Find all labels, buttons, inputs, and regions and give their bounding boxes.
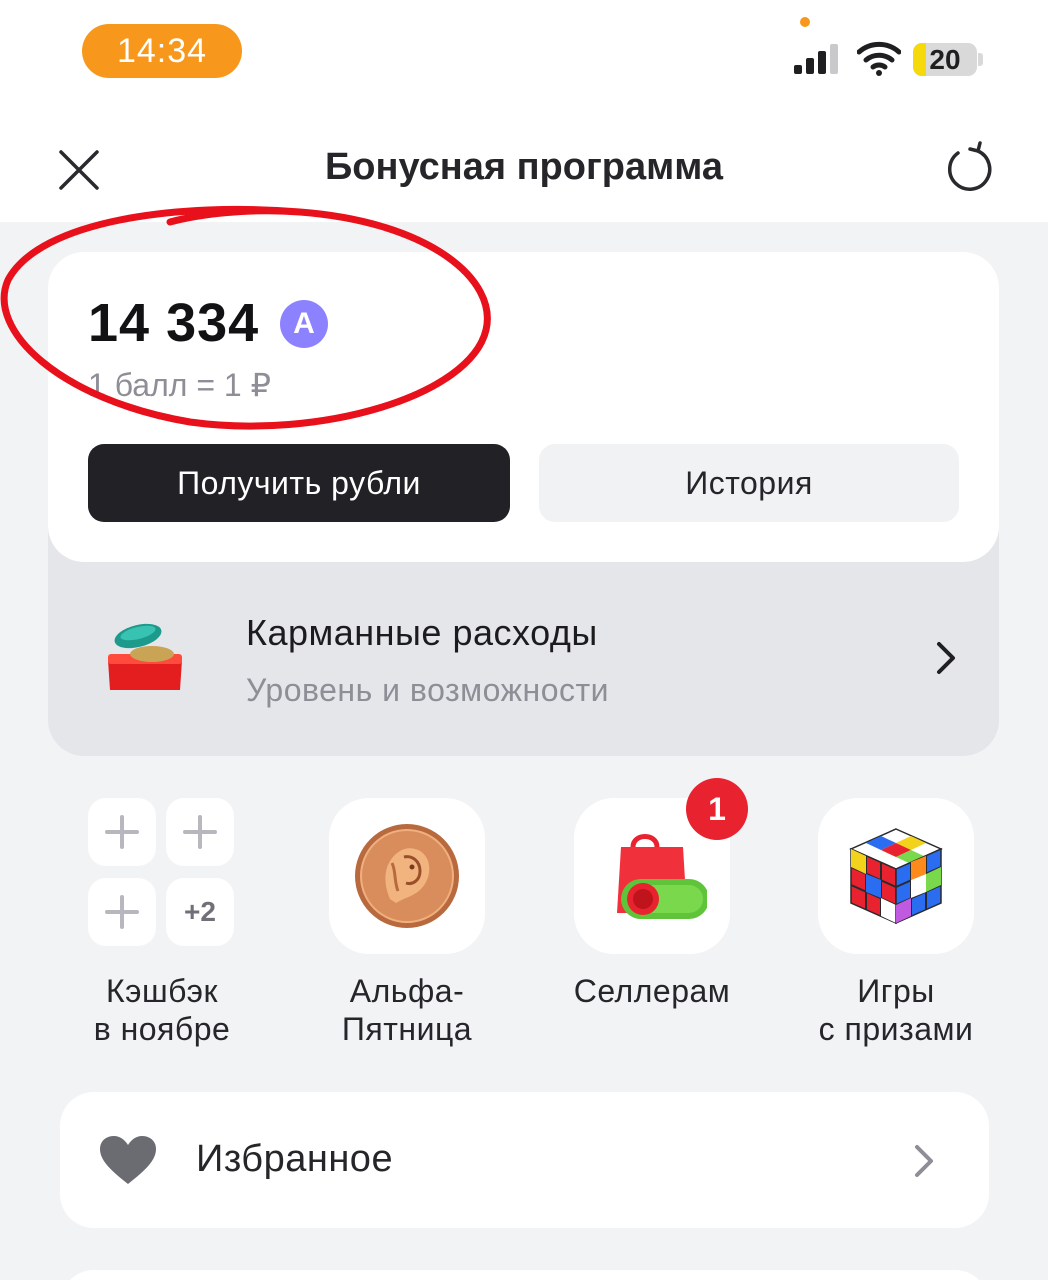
cashback-tile[interactable]: +2	[88, 798, 244, 954]
history-button[interactable]: История	[539, 444, 959, 522]
lion-coin-icon	[355, 824, 459, 928]
wifi-icon	[857, 41, 901, 76]
privacy-indicator-dot	[800, 17, 810, 27]
tile-label-line: с призами	[818, 1011, 974, 1047]
alfa-friday-tile[interactable]	[329, 798, 485, 954]
cashback-more-count: +2	[184, 896, 216, 927]
get-rubles-button[interactable]: Получить рубли	[88, 444, 510, 522]
tile-label-line: в ноябре	[93, 1011, 231, 1047]
plus-icon	[105, 895, 139, 929]
plus-icon	[105, 815, 139, 849]
tile-label-line: Альфа-	[349, 973, 465, 1009]
games-tile-label: Игры с призами	[796, 972, 996, 1048]
cellular-signal-icon	[794, 44, 838, 74]
tile-label-line: Кэшбэк	[106, 973, 218, 1009]
shopping-bag-icon	[617, 834, 707, 919]
tile-label-line: Пятница	[341, 1011, 473, 1047]
heart-icon	[100, 1136, 156, 1184]
points-currency-badge: А	[280, 300, 328, 348]
page-title: Бонусная программа	[324, 146, 724, 188]
status-time: 14:34	[82, 24, 242, 78]
cashback-tile-label: Кэшбэк в ноябре	[62, 972, 262, 1048]
plus-icon	[183, 815, 217, 849]
next-card-peek	[60, 1270, 989, 1280]
chevron-right-icon	[937, 642, 955, 674]
level-subtitle: Уровень и возможности	[246, 672, 610, 708]
cashback-more-slot: +2	[166, 878, 234, 946]
battery-cap	[978, 53, 983, 66]
exchange-rate-text: 1 балл = 1 ₽	[88, 367, 271, 403]
favorites-label: Избранное	[196, 1138, 394, 1180]
games-tile[interactable]	[818, 798, 974, 954]
alfa-friday-tile-label: Альфа- Пятница	[307, 972, 507, 1048]
balance-amount: 14 334	[88, 293, 260, 353]
cashback-slot	[88, 798, 156, 866]
cashback-slot	[166, 798, 234, 866]
sellers-tile-label: Селлерам	[552, 972, 752, 1010]
coin-chest-icon	[108, 623, 182, 690]
tile-label-line: Игры	[857, 973, 935, 1009]
balance-card: 14 334 А 1 балл = 1 ₽ Получить рубли Ист…	[48, 252, 999, 562]
notification-badge: 1	[686, 778, 748, 840]
favorites-row[interactable]: Избранное	[60, 1092, 989, 1228]
cashback-slot	[88, 878, 156, 946]
tile-label-line: Селлерам	[573, 973, 731, 1009]
rubiks-cube-icon	[849, 828, 943, 925]
refresh-icon[interactable]	[942, 140, 998, 196]
chevron-right-icon	[915, 1145, 933, 1177]
battery-percent: 20	[929, 44, 961, 75]
level-title: Карманные расходы	[246, 612, 598, 653]
battery-indicator: 20	[913, 43, 977, 76]
